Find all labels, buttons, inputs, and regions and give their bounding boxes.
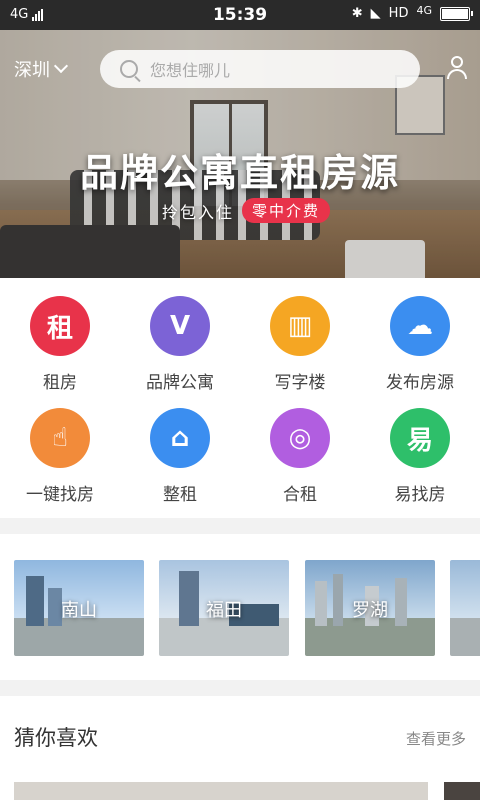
status-bar: 4G 15:39 ✱ ◣ HD 4G — [0, 0, 480, 30]
district-card-luohu[interactable]: 罗湖 — [305, 560, 435, 656]
banner-subtitle-row: 拎包入住 零中介费 — [162, 198, 331, 223]
category-whole-rent[interactable]: ⌂ 整租 — [120, 390, 240, 505]
view-more-link[interactable]: 查看更多 — [406, 728, 466, 749]
district-card-futian[interactable]: 福田 — [159, 560, 289, 656]
search-input[interactable]: 您想住哪儿 — [100, 50, 420, 88]
district-card-nanshan[interactable]: 南山 — [14, 560, 144, 656]
shield-v-icon: V — [150, 296, 210, 356]
battery-icon — [440, 6, 473, 21]
district-name: 南山 — [61, 600, 97, 621]
recommend-section: 猜你喜欢 查看更多 — [0, 696, 480, 800]
category-grid: 租 租房 V 品牌公寓 ▥ 写字楼 ☁ 发布房源 ☝ 一键找房 ⌂ 整租 ◎ 合… — [0, 278, 480, 518]
hero-banner[interactable]: 深圳 您想住哪儿 品牌公寓直租房源 拎包入住 零中介费 — [0, 30, 480, 278]
category-quick-find[interactable]: ☝ 一键找房 — [0, 390, 120, 505]
city-label: 深圳 — [14, 60, 50, 81]
hd-label: HD — [388, 6, 409, 21]
category-label: 一键找房 — [26, 485, 94, 505]
rent-icon: 租 — [30, 296, 90, 356]
category-label: 合租 — [283, 485, 317, 505]
category-office[interactable]: ▥ 写字楼 — [240, 278, 360, 393]
category-brand-apartment[interactable]: V 品牌公寓 — [120, 278, 240, 393]
mute-icon: ◣ — [370, 6, 381, 21]
chevron-down-icon — [53, 58, 69, 74]
category-rent[interactable]: 租 租房 — [0, 278, 120, 393]
listing-card[interactable] — [14, 782, 428, 800]
search-icon — [120, 60, 138, 78]
category-shared-rent[interactable]: ◎ 合租 — [240, 390, 360, 505]
hand-pointer-icon: ☝ — [30, 408, 90, 468]
category-easy-find[interactable]: 易 易找房 — [360, 390, 480, 505]
banner-title: 品牌公寓直租房源 — [79, 151, 400, 195]
bluetooth-icon: ✱ — [351, 6, 363, 21]
district-card-partial[interactable] — [450, 560, 480, 656]
banner-subtitle: 拎包入住 — [162, 202, 235, 222]
status-right: ✱ ◣ HD 4G — [351, 4, 473, 21]
category-label: 易找房 — [394, 485, 446, 505]
people-icon: ◎ — [270, 408, 330, 468]
cloud-upload-icon: ☁ — [390, 296, 450, 356]
user-icon[interactable] — [446, 56, 468, 80]
search-placeholder: 您想住哪儿 — [150, 61, 231, 80]
easy-icon: 易 — [390, 408, 450, 468]
district-name: 福田 — [206, 600, 242, 621]
city-selector[interactable]: 深圳 — [14, 56, 69, 82]
district-carousel[interactable]: 南山 福田 罗湖 — [0, 534, 480, 680]
district-name: 罗湖 — [352, 600, 388, 621]
banner-badge: 零中介费 — [242, 198, 331, 223]
building-icon: ▥ — [270, 296, 330, 356]
section-title: 猜你喜欢 — [14, 726, 98, 750]
house-icon: ⌂ — [150, 408, 210, 468]
listing-card-partial[interactable] — [444, 782, 480, 800]
network-type-2: 4G — [416, 4, 432, 17]
category-label: 整租 — [163, 485, 197, 505]
category-post-listing[interactable]: ☁ 发布房源 — [360, 278, 480, 393]
